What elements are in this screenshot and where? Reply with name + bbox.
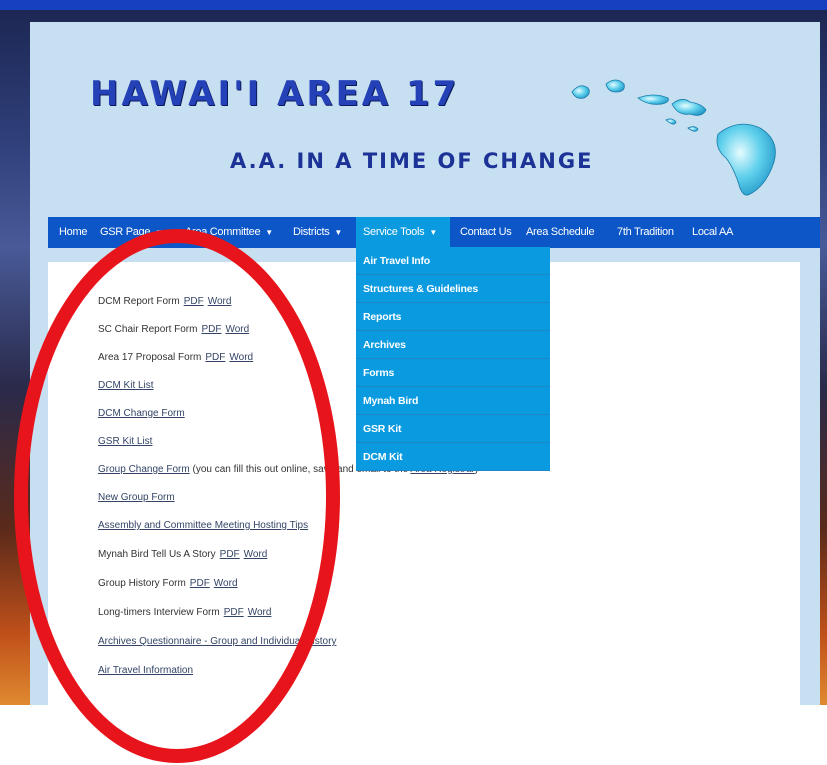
red-ellipse-annotation	[14, 229, 340, 763]
